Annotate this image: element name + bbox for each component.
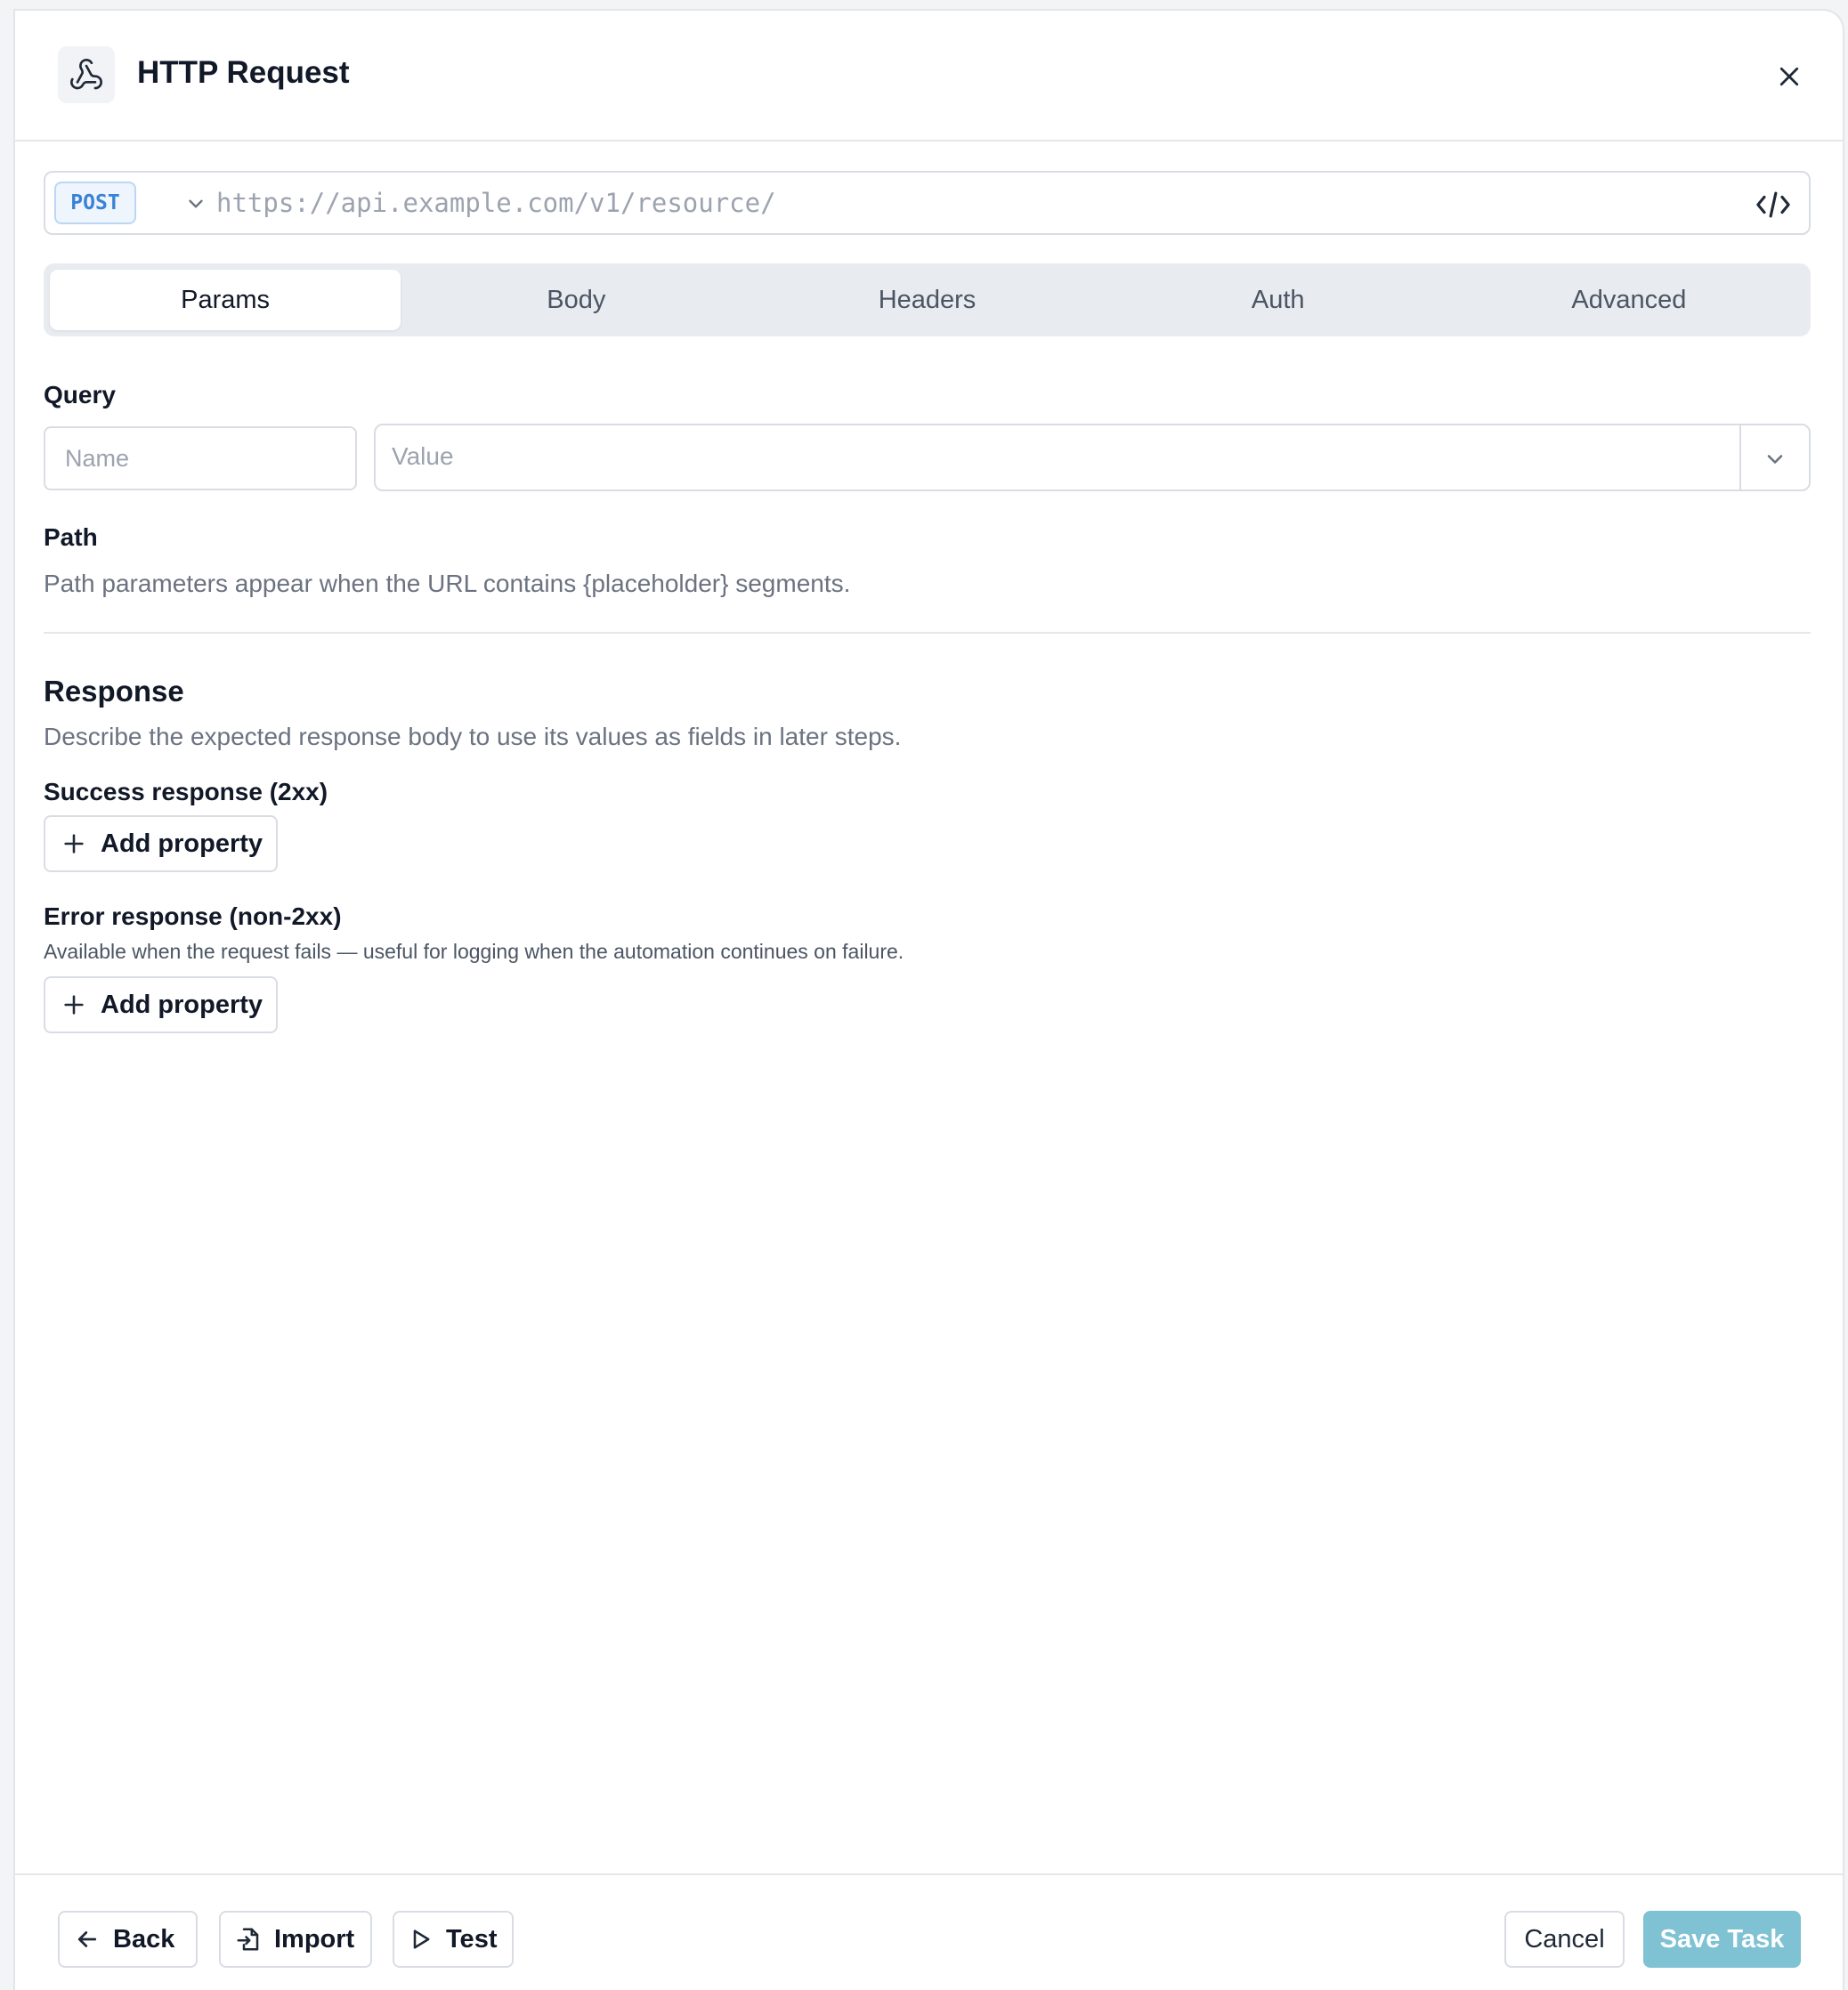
query-value-field (374, 424, 1811, 491)
error-response-label: Error response (non-2xx) (44, 902, 342, 930)
path-help: Path parameters appear when the URL cont… (44, 570, 851, 597)
method-select[interactable]: POST (54, 182, 136, 224)
cancel-button[interactable]: Cancel (1504, 1911, 1625, 1968)
url-bar: POST (44, 171, 1811, 235)
close-icon (1779, 67, 1799, 86)
import-button[interactable]: Import (219, 1911, 372, 1968)
plus-icon (64, 995, 84, 1015)
query-name-input[interactable] (44, 426, 357, 490)
close-button[interactable] (1771, 59, 1807, 94)
error-response-help: Available when the request fails — usefu… (44, 940, 904, 963)
test-button[interactable]: Test (393, 1911, 514, 1968)
arrow-left-icon (77, 1931, 97, 1947)
add-error-property-button[interactable]: Add property (44, 976, 278, 1033)
query-label: Query (44, 381, 116, 409)
save-task-button[interactable]: Save Task (1643, 1911, 1801, 1968)
section-divider (44, 632, 1811, 634)
response-description: Describe the expected response body to u… (44, 723, 902, 750)
tab-params[interactable]: Params (50, 270, 401, 330)
play-icon (413, 1929, 430, 1949)
http-request-panel: HTTP Request POST Params Body Headers Au… (13, 9, 1844, 1990)
chevron-down-icon[interactable] (1763, 447, 1787, 472)
panel-title: HTTP Request (137, 55, 350, 90)
add-property-label: Add property (101, 990, 263, 1019)
panel-header: HTTP Request (15, 11, 1843, 142)
path-label: Path (44, 523, 98, 551)
tab-advanced[interactable]: Advanced (1454, 270, 1804, 330)
add-property-label: Add property (101, 829, 263, 858)
response-title: Response (44, 675, 184, 708)
code-icon[interactable] (1755, 189, 1791, 221)
value-divider (1739, 425, 1741, 489)
tab-body[interactable]: Body (401, 270, 751, 330)
plus-icon (64, 834, 84, 853)
panel-footer: Back Import Test Cancel Save Task (15, 1873, 1843, 1990)
import-icon (237, 1928, 259, 1951)
query-value-input[interactable] (392, 434, 1727, 479)
url-input[interactable] (216, 180, 1730, 226)
tab-auth[interactable]: Auth (1103, 270, 1454, 330)
add-success-property-button[interactable]: Add property (44, 815, 278, 872)
chevron-down-icon[interactable] (184, 192, 207, 215)
back-button[interactable]: Back (58, 1911, 198, 1968)
test-label: Test (446, 1924, 498, 1954)
webhook-icon (58, 46, 115, 103)
tab-headers[interactable]: Headers (751, 270, 1102, 330)
success-response-label: Success response (2xx) (44, 778, 328, 805)
back-label: Back (113, 1924, 175, 1954)
import-label: Import (274, 1924, 355, 1954)
tab-bar: Params Body Headers Auth Advanced (44, 263, 1811, 336)
